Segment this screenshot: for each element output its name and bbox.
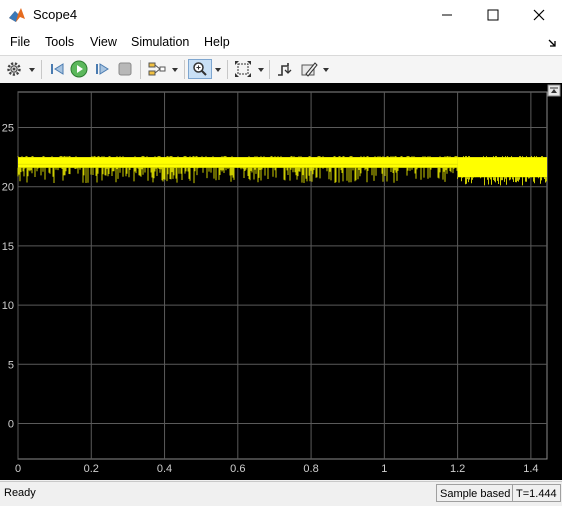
signal-select-dropdown-caret[interactable] — [172, 68, 178, 72]
settings-button[interactable] — [5, 59, 23, 79]
x-tick-label: 0 — [15, 463, 21, 475]
matlab-icon — [9, 8, 25, 22]
cursor-measure-icon — [301, 62, 318, 77]
sample-mode-indicator: Sample based — [436, 484, 515, 502]
x-tick-label: 0.4 — [157, 463, 172, 475]
y-tick-label: 10 — [2, 300, 14, 312]
signal-select-icon — [148, 62, 166, 76]
x-tick-label: 1.4 — [523, 463, 538, 475]
signal-band — [18, 157, 458, 168]
scale-axes-dropdown-caret[interactable] — [258, 68, 264, 72]
axes-frame — [17, 91, 548, 460]
maximize-icon — [487, 9, 499, 21]
step-back-button[interactable] — [48, 59, 66, 79]
signal-band — [457, 157, 547, 178]
zoom-in-icon — [193, 62, 207, 76]
y-tick-label: 15 — [2, 241, 14, 253]
toolbar — [0, 56, 562, 84]
step-forward-icon — [96, 63, 109, 75]
scale-axes-icon — [235, 61, 251, 77]
y-tick-label: 25 — [2, 123, 14, 135]
menu-tools[interactable]: Tools — [45, 35, 74, 49]
y-axis-tick-labels: 0 5 10 15 20 25 — [2, 123, 14, 431]
cursor-measure-dropdown-caret[interactable] — [323, 68, 329, 72]
close-icon — [533, 9, 545, 21]
menu-help[interactable]: Help — [204, 35, 230, 49]
close-button[interactable] — [516, 0, 562, 30]
run-button[interactable] — [69, 59, 89, 79]
run-icon — [70, 60, 88, 78]
zoom-in-button[interactable] — [188, 59, 212, 79]
toolbar-separator — [184, 60, 185, 79]
toolbar-separator — [269, 60, 270, 79]
menu-file[interactable]: File — [10, 35, 30, 49]
menu-view[interactable]: View — [90, 35, 117, 49]
x-tick-label: 1.2 — [450, 463, 465, 475]
gear-icon — [7, 62, 21, 76]
undock-arrow-icon[interactable] — [547, 38, 557, 48]
x-tick-label: 0.8 — [303, 463, 318, 475]
legend-toggle-button[interactable] — [547, 84, 561, 97]
maximize-button[interactable] — [470, 0, 516, 30]
toolbar-separator — [140, 60, 141, 79]
stop-button[interactable] — [116, 59, 134, 79]
settings-dropdown-caret[interactable] — [29, 68, 35, 72]
status-bar: Ready Sample based T=1.444 — [0, 481, 562, 506]
x-tick-label: 0.6 — [230, 463, 245, 475]
zoom-dropdown-caret[interactable] — [215, 68, 221, 72]
y-tick-label: 5 — [8, 359, 14, 371]
x-tick-label: 0.2 — [84, 463, 99, 475]
trigger-button[interactable] — [275, 59, 295, 79]
scale-axes-button[interactable] — [233, 59, 253, 79]
step-back-icon — [51, 63, 64, 75]
status-text: Ready — [4, 487, 36, 499]
trigger-icon — [278, 63, 292, 76]
minimize-icon — [442, 14, 452, 16]
x-axis-tick-labels: 0 0.2 0.4 0.6 0.8 1 1.2 1.4 — [15, 463, 539, 475]
scope-display[interactable]: 0 5 10 15 20 25 0 0.2 0.4 0.6 0.8 1 1.2 1.4 — [0, 83, 562, 480]
cursor-measure-button[interactable] — [299, 59, 319, 79]
y-tick-label: 0 — [8, 418, 14, 430]
minimize-button[interactable] — [424, 0, 470, 30]
x-tick-label: 1 — [381, 463, 387, 475]
stop-icon — [118, 62, 132, 76]
menu-simulation[interactable]: Simulation — [131, 35, 189, 49]
toolbar-separator — [227, 60, 228, 79]
step-forward-button[interactable] — [93, 59, 111, 79]
menu-bar: File Tools View Simulation Help — [0, 30, 562, 56]
title-bar: Scope4 — [0, 0, 562, 30]
simulation-time-indicator: T=1.444 — [512, 484, 561, 502]
y-tick-label: 20 — [2, 182, 14, 194]
scope-plot[interactable]: 0 5 10 15 20 25 0 0.2 0.4 0.6 0.8 1 1.2 1.4 — [0, 83, 562, 480]
signal-select-button[interactable] — [147, 59, 167, 79]
window-title: Scope4 — [33, 7, 78, 22]
toolbar-separator — [41, 60, 42, 79]
